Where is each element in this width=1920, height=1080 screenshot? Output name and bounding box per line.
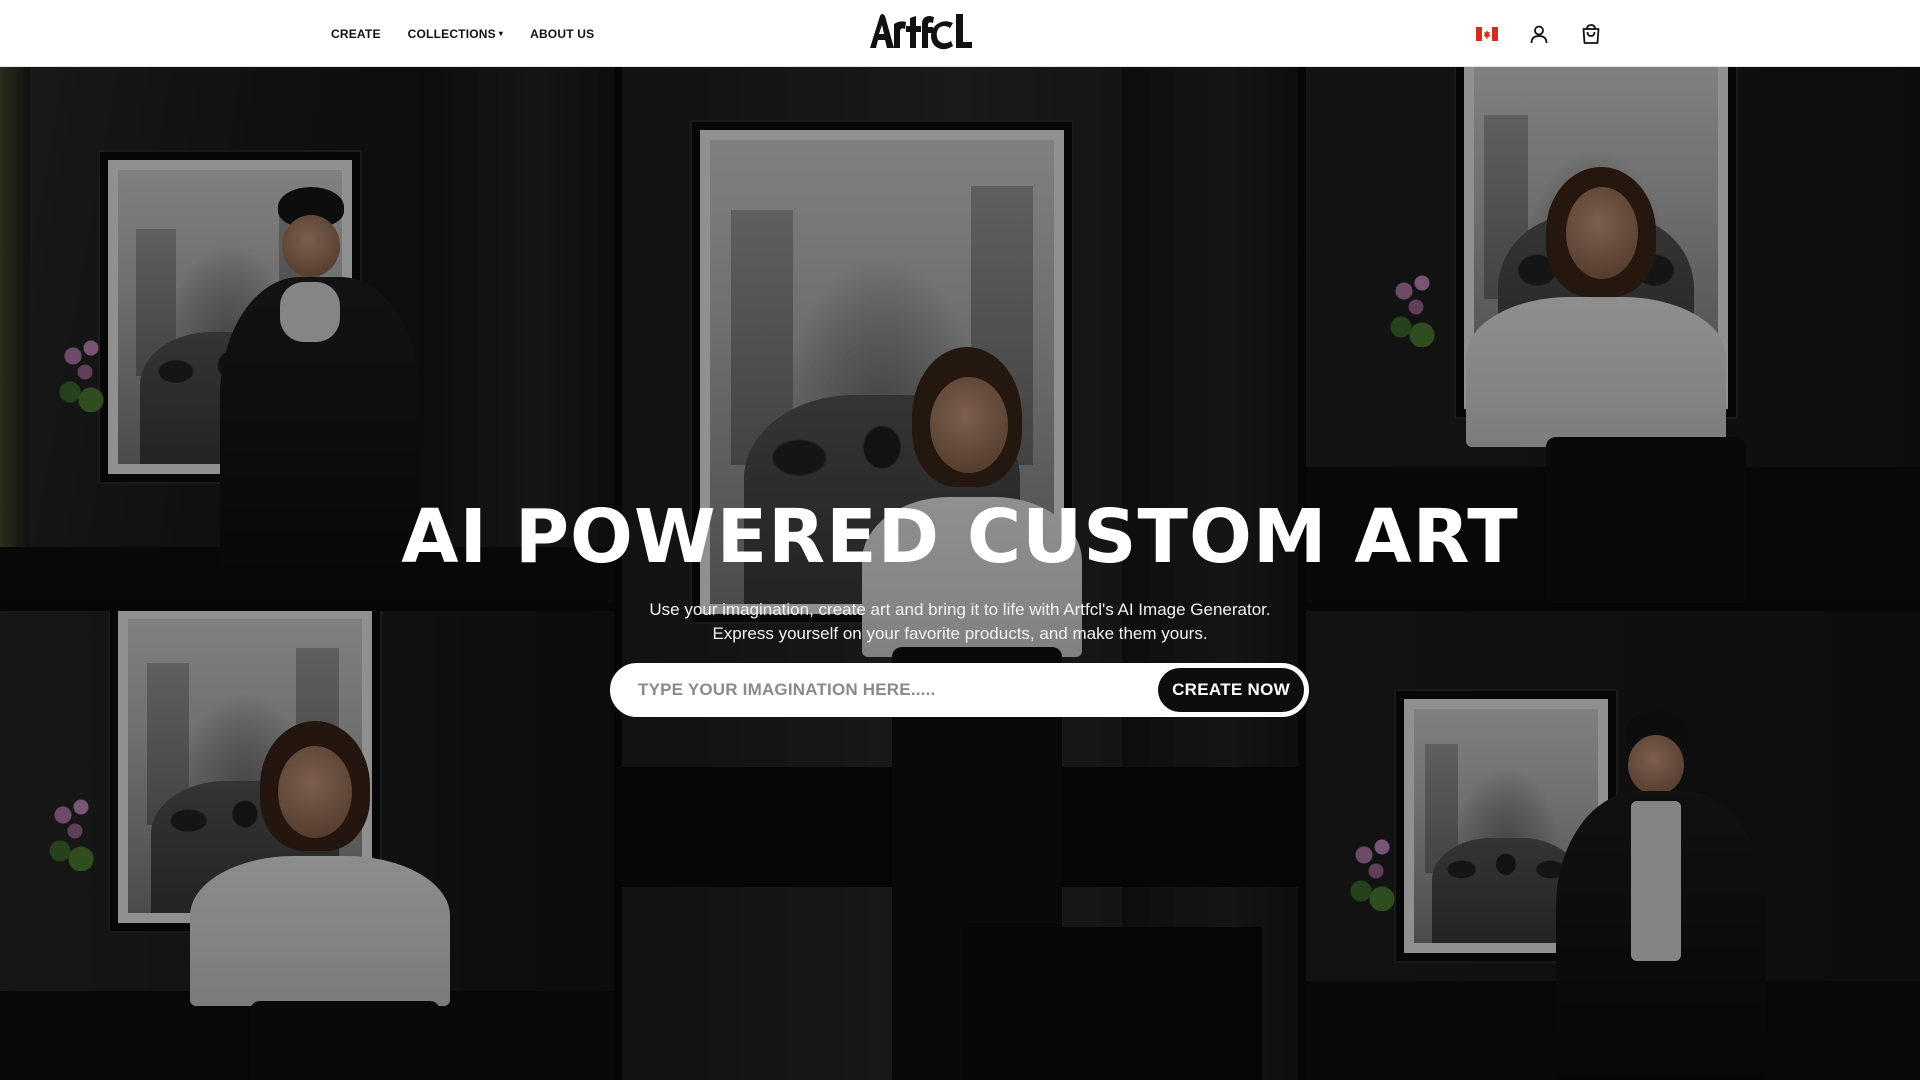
- artfcl-logo-icon: [870, 14, 972, 50]
- site-logo[interactable]: [866, 8, 978, 56]
- imagination-prompt-input[interactable]: [638, 680, 1138, 700]
- main-nav: CREATE COLLECTIONS ▾ ABOUT US: [331, 0, 594, 67]
- hero-subtitle: Use your imagination, create art and bri…: [0, 598, 1920, 646]
- canada-flag-icon[interactable]: [1475, 22, 1499, 46]
- site-header: CREATE COLLECTIONS ▾ ABOUT US: [0, 0, 1920, 67]
- header-icons: [1475, 0, 1603, 67]
- nav-collections[interactable]: COLLECTIONS ▾: [408, 27, 503, 41]
- nav-about-us[interactable]: ABOUT US: [530, 27, 594, 41]
- create-now-button[interactable]: CREATE NOW: [1158, 668, 1304, 712]
- cart-icon[interactable]: [1579, 22, 1603, 46]
- account-icon[interactable]: [1527, 22, 1551, 46]
- hero-subtitle-line1: Use your imagination, create art and bri…: [649, 600, 1271, 619]
- imagination-prompt-form: CREATE NOW: [610, 663, 1309, 717]
- nav-create[interactable]: CREATE: [331, 27, 381, 41]
- nav-about-label: ABOUT US: [530, 26, 595, 41]
- hero-headline: AI POWERED CUSTOM ART: [401, 494, 1519, 580]
- nav-collections-label: COLLECTIONS: [407, 26, 496, 41]
- nav-create-label: CREATE: [331, 26, 381, 41]
- caret-down-icon: ▾: [498, 28, 504, 38]
- hero-subtitle-line2: Express yourself on your favorite produc…: [712, 624, 1208, 643]
